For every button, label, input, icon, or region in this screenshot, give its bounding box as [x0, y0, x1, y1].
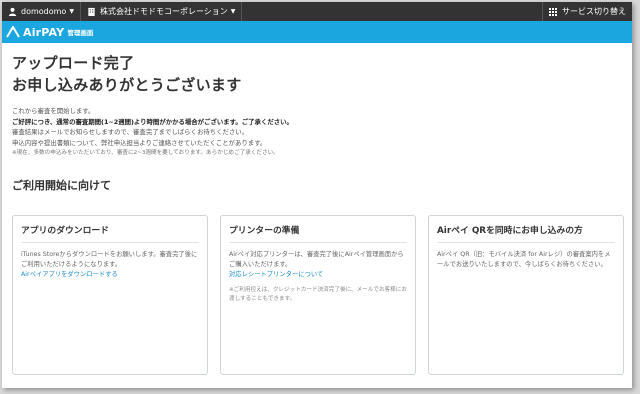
card-body: Airペイ対応プリンターは、審査完了後にAirペイ管理画面からご購入いただけます… [229, 251, 404, 268]
card-title: Airペイ QRを同時にお申し込みの方 [437, 223, 615, 243]
company-label: 株式会社ドモドモコーポレーション [99, 7, 228, 16]
company-menu[interactable]: 株式会社ドモドモコーポレーション ▼ [81, 2, 243, 21]
airpay-logo[interactable]: AirPAY 管理画面 [6, 26, 93, 39]
page-title: アップロード完了 [12, 54, 135, 72]
card-title: アプリのダウンロード [21, 223, 199, 243]
chevron-down-icon: ▼ [230, 8, 236, 15]
logo-text: AirPAY [23, 25, 65, 39]
notice-line: 審査結果はメールでお知らせしますので、審査完了までしばらくお待ちください。 [12, 128, 249, 136]
logo-subtitle: 管理画面 [67, 29, 94, 37]
account-menu[interactable]: domodomo ▼ [2, 2, 81, 21]
service-switch-label: サービス切り替え [562, 7, 626, 16]
account-label: domodomo [21, 7, 67, 16]
printer-info-link[interactable]: 対応レシートプリンターについて [229, 270, 407, 280]
airpay-logo-icon [6, 26, 20, 38]
user-icon [8, 7, 17, 16]
download-app-link[interactable]: Airペイアプリをダウンロードする [21, 270, 199, 280]
notice-line: 申込内容や提出書類について、弊社申込担当よりご連絡させていただくことがあります。 [12, 138, 267, 147]
card-title: プリンターの準備 [229, 223, 407, 243]
card-body: Airペイ QR（旧：モバイル決済 for Airレジ）の審査案内をメールでお送… [437, 251, 611, 268]
brand-bar: AirPAY 管理画面 [2, 21, 632, 43]
app-window: domodomo ▼ 株式会社ドモドモコーポレーション ▼ サービス切り替え A… [2, 2, 632, 388]
building-icon [88, 7, 95, 16]
chevron-down-icon: ▼ [69, 8, 74, 15]
page-subtitle: お申し込みありがとうございます [12, 76, 242, 94]
card-app-download: アプリのダウンロード iTunes Storeからダウンロードをお願いします。審… [12, 215, 208, 375]
notice-line: これから審査を開始します。 [12, 107, 95, 115]
notice-line-emphasis: ご好評につき、通常の審査期間(1~2週間)より時間がかかる場合がございます。ご了… [12, 117, 293, 126]
grid-icon [549, 7, 557, 16]
cards-row: アプリのダウンロード iTunes Storeからダウンロードをお願いします。審… [12, 215, 624, 375]
main-content: アップロード完了 お申し込みありがとうございます これから審査を開始します。 ご… [12, 52, 624, 193]
card-note: ※ご利用控えは、クレジットカード決済完了後に、メールでお客様にお渡しすることもで… [229, 287, 407, 302]
card-qr: Airペイ QRを同時にお申し込みの方 Airペイ QR（旧：モバイル決済 fo… [428, 215, 624, 375]
service-switch-button[interactable]: サービス切り替え [542, 2, 632, 21]
card-body: iTunes Storeからダウンロードをお願いします。審査完了後にご利用いただ… [21, 251, 198, 268]
notice-block: これから審査を開始します。 ご好評につき、通常の審査期間(1~2週間)より時間が… [12, 106, 624, 159]
notice-footnote: ※現在、多数の申込みをいただいており、審査に2~3週間を要しております。あらかじ… [12, 150, 279, 156]
card-printer: プリンターの準備 Airペイ対応プリンターは、審査完了後にAirペイ管理画面から… [220, 215, 416, 375]
section-title: ご利用開始に向けて [12, 178, 111, 192]
top-bar: domodomo ▼ 株式会社ドモドモコーポレーション ▼ サービス切り替え [2, 2, 632, 21]
